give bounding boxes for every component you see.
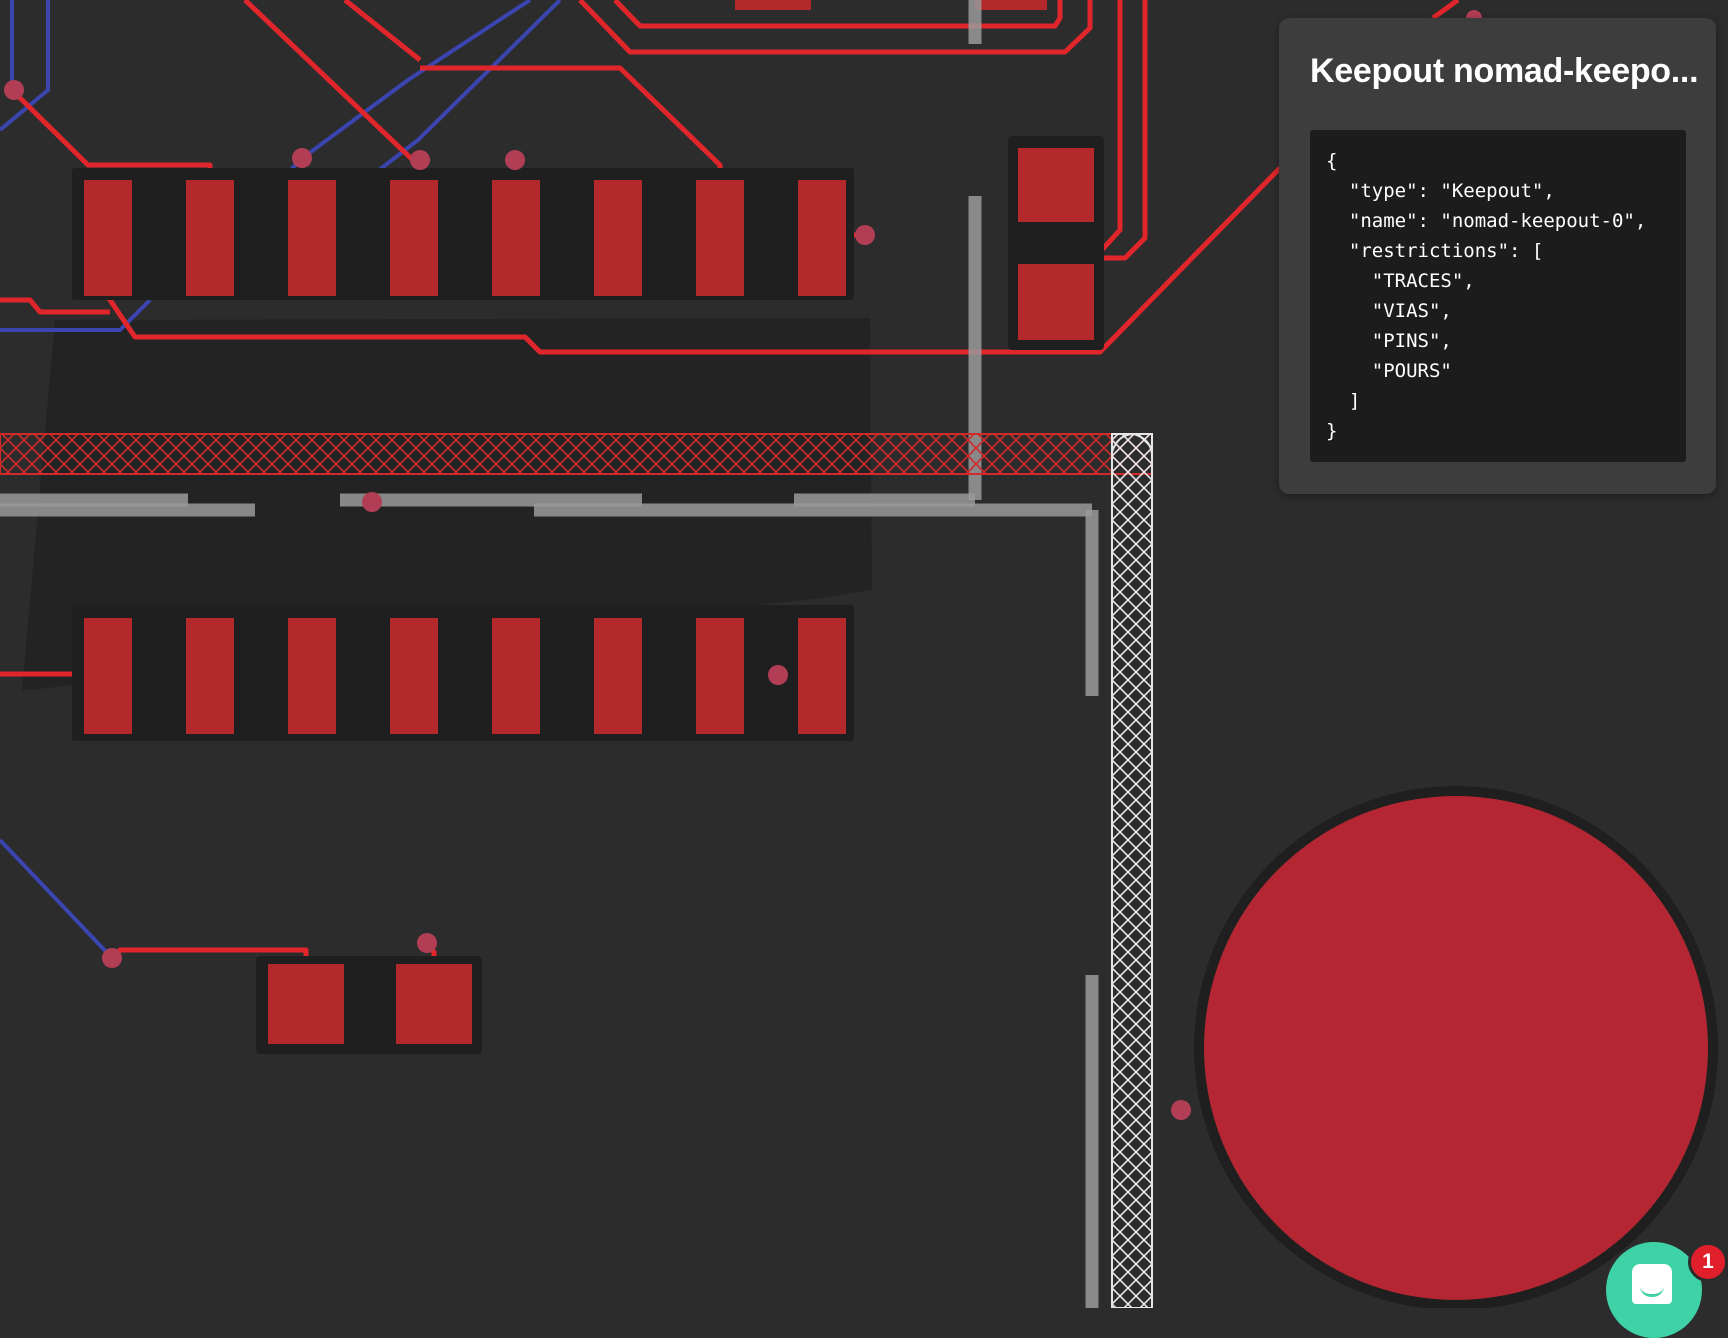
component-two-pad-horizontal[interactable] (256, 956, 482, 1054)
red-trace (420, 65, 723, 180)
connector-top-row[interactable] (72, 168, 854, 300)
red-trace (0, 297, 110, 315)
red-trace (343, 0, 422, 62)
keepout-vertical-band[interactable] (1111, 433, 1153, 1308)
element-info-popover: Keepout nomad-keepo... { "type": "Keepou… (1279, 18, 1716, 494)
element-json-code: { "type": "Keepout", "name": "nomad-keep… (1310, 130, 1686, 462)
via (4, 80, 24, 100)
pad[interactable] (594, 618, 642, 734)
pad[interactable] (1018, 148, 1094, 222)
pad[interactable] (594, 180, 642, 296)
red-trace (243, 0, 420, 167)
pad[interactable] (390, 618, 438, 734)
pad[interactable] (492, 180, 540, 296)
via (855, 225, 875, 245)
red-trace (1431, 0, 1460, 21)
pad[interactable] (975, 0, 1047, 10)
via (102, 948, 122, 968)
pad[interactable] (696, 180, 744, 296)
via (362, 492, 382, 512)
component-two-pad-vertical[interactable] (1008, 136, 1104, 350)
via (417, 933, 437, 953)
pad[interactable] (735, 0, 811, 10)
popover-title: Keepout nomad-keepo... (1310, 52, 1699, 90)
via (505, 150, 525, 170)
pad[interactable] (268, 964, 344, 1044)
blue-trace (0, 0, 50, 132)
pad[interactable] (288, 618, 336, 734)
pad[interactable] (84, 180, 132, 296)
notification-badge: 1 (1688, 1242, 1728, 1282)
pad[interactable] (1018, 264, 1094, 340)
connector-bottom-row[interactable] (72, 605, 854, 741)
red-trace (10, 88, 213, 180)
via (292, 148, 312, 168)
pad[interactable] (186, 180, 234, 296)
pad[interactable] (186, 618, 234, 734)
blue-trace (0, 838, 114, 960)
pad[interactable] (492, 618, 540, 734)
pad[interactable] (798, 180, 846, 296)
pad[interactable] (84, 618, 132, 734)
keepout-horizontal-band[interactable] (0, 433, 1153, 475)
pad[interactable] (696, 618, 744, 734)
chat-bubble-icon (1632, 1264, 1672, 1304)
pad[interactable] (798, 618, 846, 734)
via (410, 150, 430, 170)
via (768, 665, 788, 685)
pad[interactable] (288, 180, 336, 296)
via (1171, 1100, 1191, 1120)
pad[interactable] (390, 180, 438, 296)
pad[interactable] (396, 964, 472, 1044)
mounting-hole-pad[interactable] (1204, 796, 1708, 1300)
